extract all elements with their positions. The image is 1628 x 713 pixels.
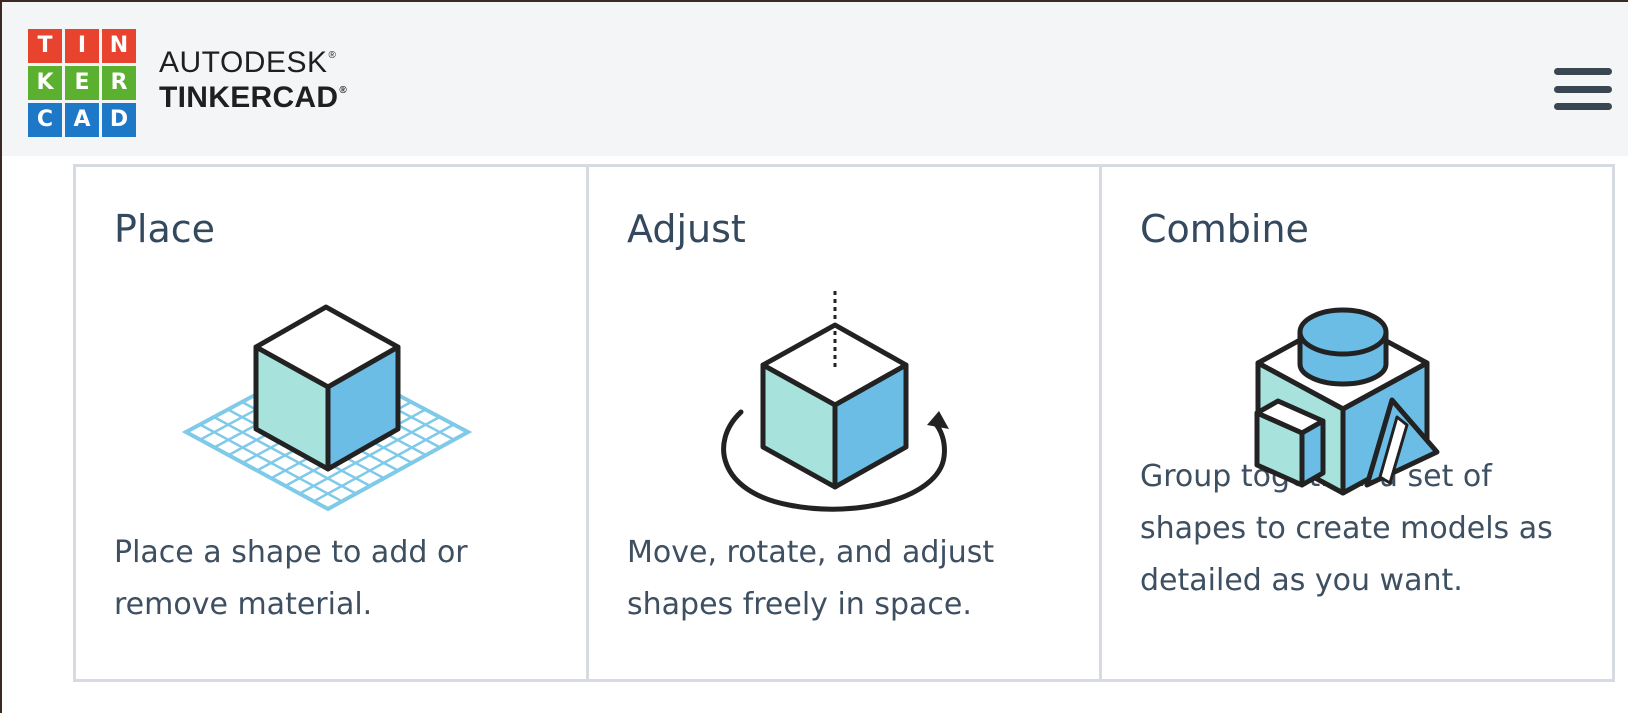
app-frame: T I N K E R C A D AUTODESK® TINKERCAD® P… — [0, 0, 1628, 713]
logo-letter: N — [102, 29, 136, 63]
card-title: Adjust — [627, 207, 746, 251]
logo-letter: A — [65, 103, 99, 137]
logo-letter: I — [65, 29, 99, 63]
menu-bar — [1554, 68, 1612, 75]
brand-tinkercad-text: TINKERCAD — [159, 80, 339, 114]
hamburger-menu-icon[interactable] — [1554, 68, 1612, 110]
logo-letter: D — [102, 103, 136, 137]
feature-card-combine: Group together a set of shapes to create… — [1099, 164, 1615, 682]
card-title: Combine — [1140, 207, 1309, 251]
registered-mark: ® — [339, 84, 348, 96]
feature-card-adjust: Adjust Move, rotate, and adjust shapes f… — [586, 164, 1102, 682]
logo-letter: T — [28, 29, 62, 63]
brand-autodesk: AUTODESK® — [159, 46, 347, 81]
brand-tinkercad: TINKERCAD® — [159, 81, 347, 116]
logo-letter: K — [28, 66, 62, 100]
feature-card-place: Place Place a shape to add or remove mat… — [73, 164, 589, 682]
brand-autodesk-text: AUTODESK — [159, 46, 328, 79]
logo-letter: R — [102, 66, 136, 100]
logo-letter: C — [28, 103, 62, 137]
card-description: Place a shape to add or remove material. — [114, 535, 468, 622]
tinkercad-logo[interactable]: T I N K E R C A D — [28, 29, 136, 137]
site-header: T I N K E R C A D AUTODESK® TINKERCAD® — [2, 2, 1628, 156]
card-description: Move, rotate, and adjust shapes freely i… — [627, 535, 995, 622]
menu-bar — [1554, 85, 1612, 93]
card-title: Place — [114, 207, 216, 251]
registered-mark: ® — [328, 50, 337, 61]
feature-cards: Place Place a shape to add or remove mat… — [73, 164, 1623, 682]
logo-letter: E — [65, 66, 99, 100]
brand-wordmark[interactable]: AUTODESK® TINKERCAD® — [159, 46, 347, 115]
menu-bar — [1554, 103, 1612, 110]
